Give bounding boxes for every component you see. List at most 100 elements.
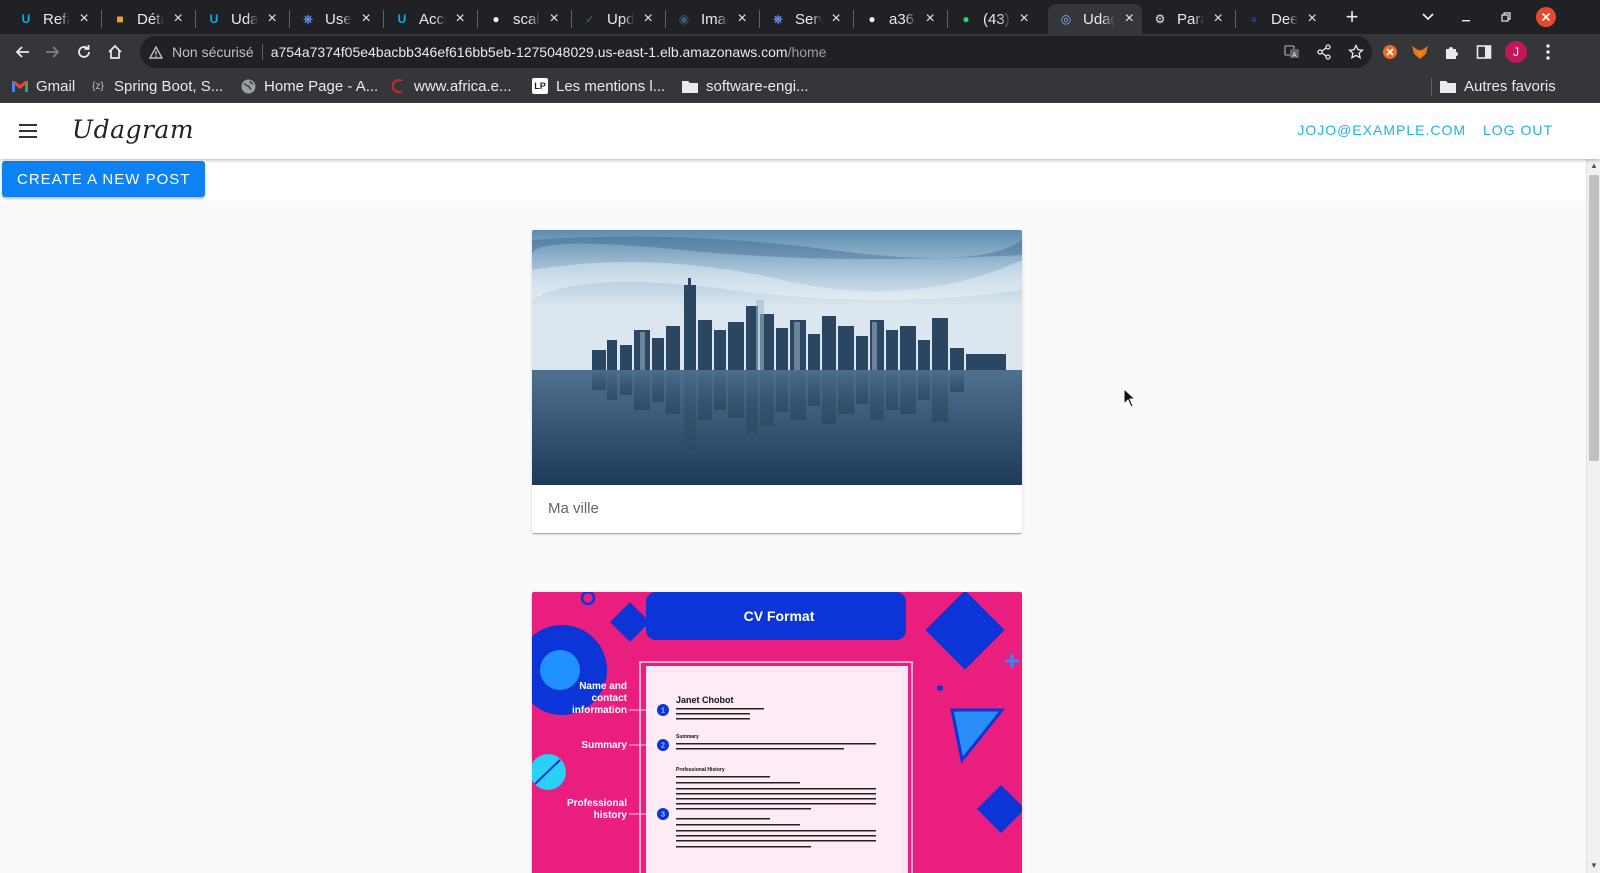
cv-marker-1: 1	[661, 708, 665, 715]
close-icon[interactable]: ×	[1212, 10, 1224, 27]
address-bar[interactable]: Non sécurisé a754a7374f05e4bacbb346ef616…	[140, 36, 1372, 68]
close-icon[interactable]: ×	[360, 10, 372, 27]
home-button[interactable]	[101, 38, 129, 66]
tab-title: Serv	[795, 10, 823, 28]
app-logo[interactable]: Udagram	[72, 115, 194, 144]
tab-3[interactable]: ⎈ Use I ×	[290, 4, 378, 34]
tab-1[interactable]: ■ Déta ×	[102, 4, 190, 34]
close-icon[interactable]: ×	[454, 10, 466, 27]
address-actions: A	[1276, 36, 1372, 68]
post-caption: Ma ville	[548, 500, 599, 517]
close-icon[interactable]: ×	[736, 10, 748, 27]
hamburger-menu-button[interactable]	[14, 117, 42, 145]
restore-button[interactable]	[1492, 0, 1520, 34]
other-bookmarks[interactable]: Autres favoris	[1440, 75, 1556, 97]
chrome-dot-icon: ◎	[1060, 12, 1072, 26]
reload-icon	[78, 45, 90, 58]
tab-11[interactable]: ◎ Udag ×	[1048, 4, 1142, 34]
gear-icon: ⚙	[1154, 12, 1166, 26]
create-post-button[interactable]: Create a New Post	[2, 161, 206, 197]
security-status[interactable]: Non sécurisé	[172, 44, 254, 60]
browser-menu-button[interactable]	[1534, 38, 1562, 66]
share-icon[interactable]	[1308, 44, 1340, 60]
tab-title: Refa	[43, 10, 70, 28]
browser-tab-strip: U Refa × ■ Déta × U Udac × ⎈ Use I × U Accu × ● scalp × ✓ U…	[0, 0, 1600, 34]
tab-search-button[interactable]	[1414, 0, 1442, 34]
globe-icon	[240, 78, 256, 94]
lp-icon: LP	[532, 78, 548, 94]
kubernetes-icon: ⎈	[773, 11, 783, 26]
bookmark-gmail[interactable]: Gmail	[12, 75, 75, 97]
tab-4[interactable]: U Accu ×	[384, 4, 472, 34]
svg-text:A: A	[1292, 52, 1297, 59]
close-icon[interactable]: ×	[1123, 10, 1136, 27]
extension-brave-icon[interactable]	[1376, 38, 1404, 66]
close-icon[interactable]: ×	[830, 10, 842, 27]
post-image-city-skyline[interactable]	[532, 230, 1022, 485]
tab-10[interactable]: ● (43) \ ×	[948, 4, 1036, 34]
tab-8[interactable]: ⎈ Serv ×	[760, 4, 848, 34]
bookmark-home-page[interactable]: Home Page - A...	[240, 75, 378, 97]
profile-avatar[interactable]: J	[1502, 38, 1530, 66]
red-c-icon	[390, 78, 406, 94]
forward-button[interactable]	[39, 38, 67, 66]
tab-0[interactable]: U Refa ×	[8, 4, 96, 34]
side-panel-icon[interactable]	[1470, 38, 1498, 66]
warning-triangle-icon[interactable]	[148, 44, 164, 60]
bookmark-label: Home Page - A...	[264, 77, 379, 95]
scrollbar-thumb[interactable]	[1589, 175, 1599, 461]
tab-6[interactable]: ✓ Upd ×	[572, 4, 660, 34]
new-tab-button[interactable]: +	[1340, 0, 1364, 34]
bookmark-label: Autres favoris	[1464, 77, 1556, 95]
close-icon[interactable]: ×	[1018, 10, 1030, 27]
close-icon[interactable]: ×	[1306, 10, 1318, 27]
bookmarks-bar: Gmail {z} Spring Boot, S... Home Page - …	[0, 70, 1600, 103]
post-image-cv-format[interactable]: CV Format Janet Chobot Summary Professio…	[532, 592, 1022, 873]
close-icon[interactable]: ×	[172, 10, 184, 27]
scroll-up-arrow[interactable]: ▲	[1590, 162, 1598, 170]
close-icon[interactable]: ×	[924, 10, 936, 27]
tab-title: Deep	[1271, 10, 1299, 28]
page-viewport: Udagram jojo@example.com Log Out Create …	[0, 103, 1600, 873]
tab-9[interactable]: ● a364 ×	[854, 4, 942, 34]
minimize-button[interactable]	[1452, 0, 1480, 34]
user-email-link[interactable]: jojo@example.com	[1297, 122, 1466, 138]
tab-13[interactable]: ● Deep ×	[1236, 4, 1324, 34]
whatsapp-icon: ●	[962, 12, 970, 26]
bookmark-label: Les mentions l...	[556, 77, 666, 95]
zeal-icon: {z}	[92, 80, 104, 92]
close-window-button[interactable]	[1535, 0, 1557, 34]
cv-title: CV Format	[744, 608, 815, 624]
back-button[interactable]	[8, 38, 36, 66]
url-path[interactable]: /home	[788, 44, 827, 60]
close-icon[interactable]: ×	[548, 10, 560, 27]
reload-button[interactable]	[70, 38, 98, 66]
package-icon: ■	[116, 12, 124, 26]
profile-initial: J	[1505, 41, 1527, 63]
tab-7[interactable]: ◉ Imag ×	[666, 4, 754, 34]
tab-12[interactable]: ⚙ Para ×	[1142, 4, 1230, 34]
cv-name: Janet Chobot	[676, 695, 734, 705]
bookmark-africa[interactable]: www.africa.e...	[390, 75, 512, 97]
scroll-down-arrow[interactable]: ▼	[1590, 862, 1598, 870]
globe-icon: ●	[492, 12, 500, 26]
close-icon[interactable]: ×	[642, 10, 654, 27]
extensions-puzzle-icon[interactable]	[1438, 38, 1466, 66]
tab-title: Déta	[137, 10, 164, 28]
tab-2[interactable]: U Udac ×	[196, 4, 284, 34]
translate-icon[interactable]: A	[1276, 44, 1308, 60]
close-icon[interactable]: ×	[266, 10, 278, 27]
arrow-left-icon	[15, 46, 29, 58]
kebab-menu-icon	[1546, 44, 1550, 60]
url-host[interactable]: a754a7374f05e4bacbb346ef616bb5eb-1275048…	[271, 44, 788, 60]
bookmark-mentions[interactable]: LP Les mentions l...	[532, 75, 665, 97]
bookmark-software-engi[interactable]: software-engi...	[682, 75, 809, 97]
tab-5[interactable]: ● scalp ×	[478, 4, 566, 34]
close-icon[interactable]: ×	[78, 10, 90, 27]
star-icon[interactable]	[1340, 44, 1372, 60]
extension-metamask-icon[interactable]	[1406, 38, 1434, 66]
page-scrollbar[interactable]: ▲ ▼	[1586, 159, 1600, 873]
tab-title: Imag	[701, 10, 728, 28]
logout-button[interactable]: Log Out	[1483, 122, 1553, 138]
bookmark-spring-boot[interactable]: {z} Spring Boot, S...	[90, 75, 223, 97]
